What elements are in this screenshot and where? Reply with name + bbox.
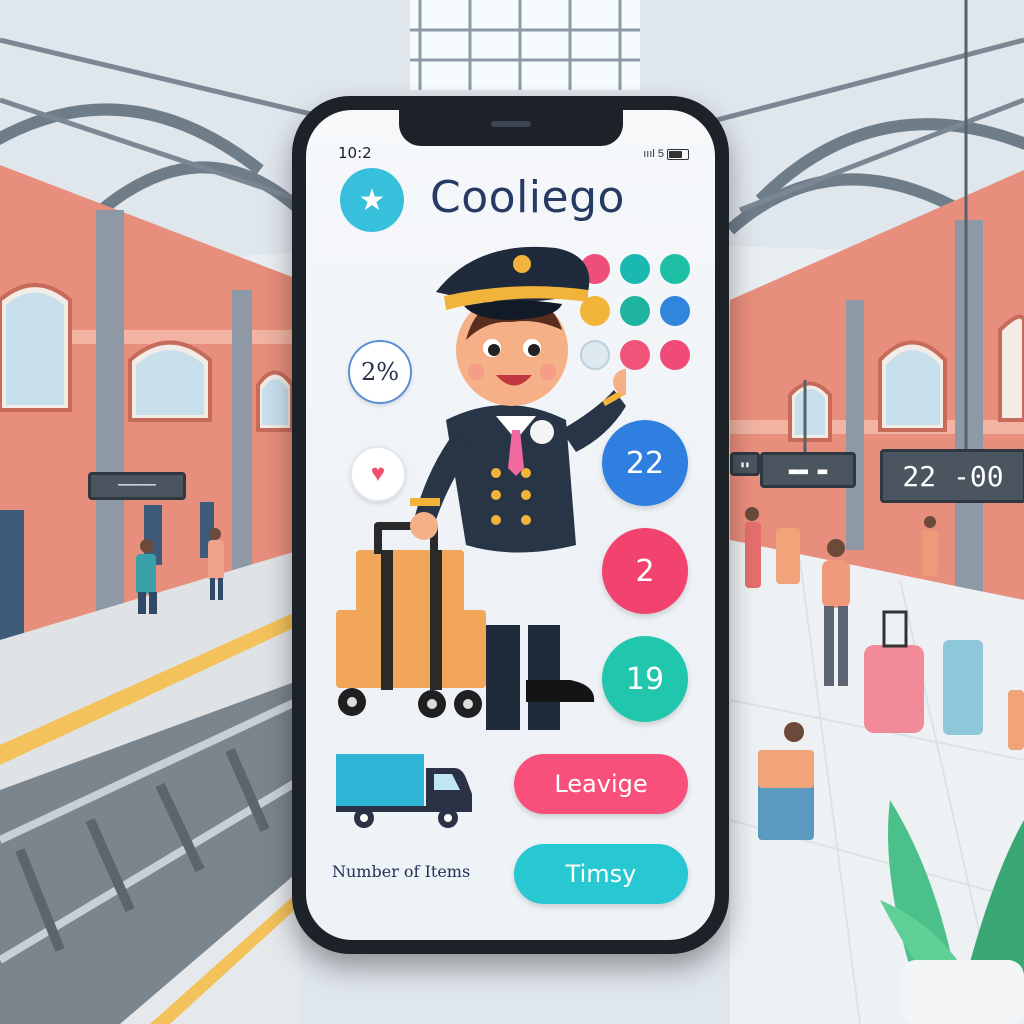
stat-circle-teal[interactable]: 19 (602, 636, 688, 722)
status-indicators: ıııl 5 (643, 148, 689, 160)
departure-board: 22 -00 (880, 449, 1024, 503)
dot-green[interactable] (660, 254, 690, 284)
stat-circle-pink[interactable]: 2 (602, 528, 688, 614)
status-time: 10:2 (338, 144, 372, 162)
dot-blue[interactable] (660, 296, 690, 326)
phone-notch (398, 110, 623, 146)
battery-icon (667, 148, 689, 160)
signal-indicator: ıııl 5 (643, 148, 664, 160)
departure-board-middle: ▬▬ ▬ (760, 452, 856, 488)
smartphone: 10:2 ıııl 5 ★ Cooliego 2% ♥ 22 2 19 Numb… (292, 96, 729, 954)
departure-board-mini: ▮▮ (730, 452, 760, 476)
star-icon[interactable]: ★ (340, 168, 404, 232)
secondary-action-button[interactable]: Timsy (514, 844, 688, 904)
conductor-illustration (336, 246, 626, 730)
truck-icon (336, 754, 472, 828)
app-screen: 10:2 ıııl 5 ★ Cooliego 2% ♥ 22 2 19 Numb… (306, 110, 715, 940)
stat-circle-blue[interactable]: 22 (602, 420, 688, 506)
departure-board-left: ━━━━━━━ (88, 472, 186, 500)
primary-action-button[interactable]: Leavige (514, 754, 688, 814)
app-title: Cooliego (430, 172, 625, 223)
items-label: Number of Items (332, 862, 471, 881)
earpiece-speaker (490, 121, 531, 127)
dot-pink-3[interactable] (660, 340, 690, 370)
